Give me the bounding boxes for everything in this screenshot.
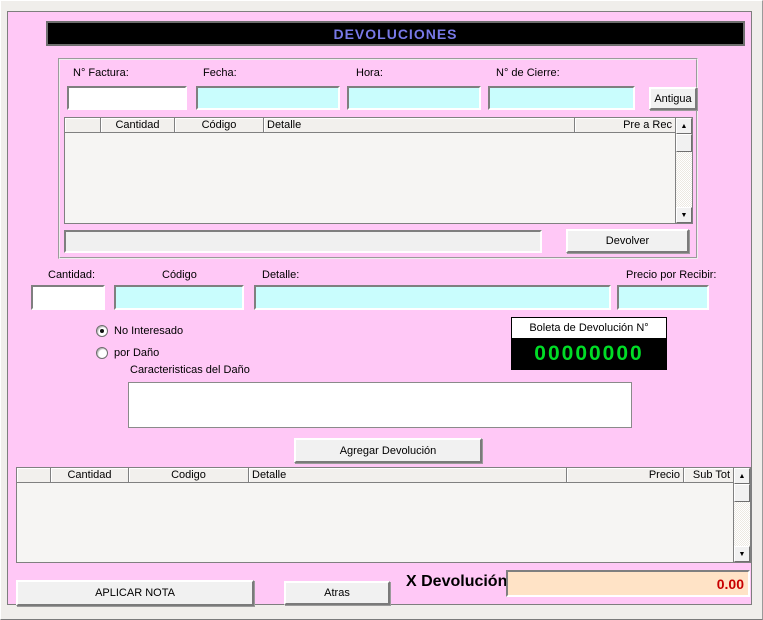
scroll-up-icon: ▲ — [739, 473, 746, 480]
column-header-cantidad: Cantidad — [51, 468, 129, 482]
scroll-down-icon: ▼ — [739, 551, 746, 558]
invoice-table-scrollbar[interactable]: ▲ ▼ — [675, 118, 692, 223]
hora-label: Hora: — [356, 67, 383, 79]
codigo-input[interactable] — [114, 285, 244, 310]
boleta-display: Boleta de Devolución N° 00000000 — [511, 317, 667, 370]
precio-label: Precio por Recibir: — [626, 269, 716, 281]
selected-detail-field — [64, 230, 542, 253]
scroll-up-icon: ▲ — [681, 123, 688, 130]
returns-table: Cantidad Codigo Detalle Precio Sub Tot ▲… — [16, 467, 751, 563]
scrollbar-thumb[interactable] — [676, 134, 692, 152]
scroll-down-button[interactable]: ▼ — [676, 207, 692, 223]
hora-input[interactable] — [347, 86, 481, 110]
column-header-detalle: Detalle — [264, 118, 575, 132]
detalle-input[interactable] — [254, 285, 611, 310]
scrollbar-thumb[interactable] — [734, 484, 750, 502]
scroll-down-icon: ▼ — [681, 212, 688, 219]
invoice-groupbox: N° Factura: Fecha: Hora: N° de Cierre: A… — [58, 58, 698, 259]
agregar-devolucion-button[interactable]: Agregar Devolución — [294, 438, 482, 463]
column-header-codigo: Codigo — [129, 468, 249, 482]
total-devolucion-value — [506, 570, 750, 597]
column-header-codigo: Código — [175, 118, 264, 132]
devolver-button[interactable]: Devolver — [566, 229, 689, 253]
antigua-button[interactable]: Antigua — [649, 87, 697, 110]
detalle-label: Detalle: — [262, 269, 299, 281]
radio-no-interesado-label[interactable]: No Interesado — [114, 325, 183, 337]
column-header-pre-a-rec: Pre a Rec — [575, 118, 675, 132]
devoluciones-form: DEVOLUCIONES N° Factura: Fecha: Hora: N°… — [7, 11, 752, 605]
precio-input[interactable] — [617, 285, 709, 310]
damage-title: Caracteristicas del Daño — [130, 364, 250, 376]
column-header-precio: Precio — [567, 468, 684, 482]
scroll-up-button[interactable]: ▲ — [676, 118, 692, 134]
returns-table-body[interactable] — [17, 483, 733, 562]
fecha-input[interactable] — [196, 86, 340, 110]
boleta-label: Boleta de Devolución N° — [512, 318, 666, 338]
cantidad-label: Cantidad: — [48, 269, 95, 281]
form-title: DEVOLUCIONES — [333, 26, 457, 42]
returns-table-header: Cantidad Codigo Detalle Precio Sub Tot — [17, 468, 733, 483]
invoice-table-header: Cantidad Código Detalle Pre a Rec — [65, 118, 675, 133]
cantidad-input[interactable] — [31, 285, 105, 310]
codigo-label: Código — [162, 269, 197, 281]
window-frame: DEVOLUCIONES N° Factura: Fecha: Hora: N°… — [0, 0, 763, 620]
scrollbar-track[interactable] — [734, 502, 750, 546]
fecha-label: Fecha: — [203, 67, 237, 79]
column-header-cantidad: Cantidad — [101, 118, 175, 132]
scroll-down-button[interactable]: ▼ — [734, 546, 750, 562]
column-header-sub-total: Sub Tot — [684, 468, 733, 482]
scroll-up-button[interactable]: ▲ — [734, 468, 750, 484]
total-devolucion-label: X Devolución: — [406, 573, 513, 591]
radio-por-dano-label[interactable]: por Daño — [114, 347, 159, 359]
column-header-detalle: Detalle — [249, 468, 567, 482]
column-header-blank — [65, 118, 101, 132]
radio-por-dano[interactable] — [96, 347, 108, 359]
atras-button[interactable]: Atras — [284, 581, 390, 605]
invoice-items-table: Cantidad Código Detalle Pre a Rec ▲ ▼ — [64, 117, 693, 224]
form-title-bar: DEVOLUCIONES — [46, 21, 745, 46]
cierre-input[interactable] — [488, 86, 635, 110]
cierre-label: N° de Cierre: — [496, 67, 560, 79]
factura-label: N° Factura: — [73, 67, 129, 79]
aplicar-nota-button[interactable]: APLICAR NOTA — [16, 580, 254, 606]
boleta-number: 00000000 — [512, 338, 666, 369]
damage-textarea[interactable] — [128, 382, 632, 428]
invoice-table-body[interactable] — [65, 133, 675, 223]
returns-table-scrollbar[interactable]: ▲ ▼ — [733, 468, 750, 562]
radio-no-interesado[interactable] — [96, 325, 108, 337]
column-header-blank — [17, 468, 51, 482]
scrollbar-track[interactable] — [676, 152, 692, 207]
factura-input[interactable] — [67, 86, 187, 110]
